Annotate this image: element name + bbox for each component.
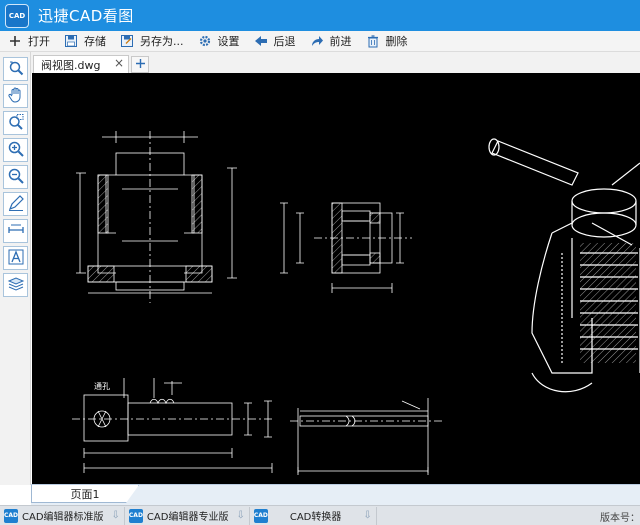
- cad-app-icon: CAD: [4, 508, 18, 523]
- taskbar-item-label: CAD转换器: [289, 512, 342, 523]
- gear-icon: [198, 34, 212, 48]
- pan-button[interactable]: [3, 84, 28, 108]
- zoom-out-button[interactable]: [3, 165, 28, 189]
- plus-icon: [135, 58, 146, 72]
- plus-icon: [8, 34, 22, 48]
- pen-icon: [7, 194, 25, 215]
- shaft-view: [290, 398, 442, 475]
- taskbar-item-editor-pro[interactable]: CAD CAD编辑器专业版 ⇩: [125, 506, 250, 525]
- version-label: 版本号：: [600, 513, 640, 524]
- taskbar-item-label: CAD编辑器标准版: [22, 512, 104, 523]
- cad-app-icon: CAD: [129, 508, 143, 523]
- drawing-canvas[interactable]: 通孔: [32, 73, 640, 484]
- rotate-view-icon: [7, 59, 25, 80]
- save-label: 存储: [84, 35, 106, 48]
- isometric-view: [488, 138, 640, 393]
- save-as-button[interactable]: 另存为...: [116, 32, 188, 51]
- forward-label: 前进: [329, 35, 352, 48]
- rotate-view-button[interactable]: [3, 57, 28, 81]
- forward-arrow-icon: [310, 34, 324, 48]
- app-title: 迅捷CAD看图: [38, 7, 134, 25]
- delete-button[interactable]: 删除: [362, 32, 412, 51]
- cad-app-icon: CAD: [254, 508, 268, 523]
- save-as-icon: [120, 34, 134, 48]
- forward-button[interactable]: 前进: [306, 32, 356, 51]
- measure-icon: [7, 221, 25, 242]
- cad-drawing: 通孔: [72, 131, 640, 475]
- settings-label: 设置: [217, 35, 240, 48]
- taskbar-item-label: CAD编辑器专业版: [146, 512, 229, 523]
- download-icon: ⇩: [236, 510, 245, 521]
- front-section-view: [76, 131, 237, 303]
- side-view: [280, 202, 412, 293]
- taskbar-item-converter[interactable]: CAD CAD转换器 ⇩: [250, 506, 377, 525]
- save-icon: [64, 34, 78, 48]
- settings-button[interactable]: 设置: [194, 32, 244, 51]
- open-label: 打开: [28, 35, 50, 48]
- through-hole-annotation: 通孔: [94, 381, 110, 391]
- zoom-out-icon: [7, 167, 25, 188]
- trash-icon: [366, 34, 380, 48]
- bolt-view: 通孔: [72, 378, 273, 473]
- download-icon: ⇩: [111, 510, 120, 521]
- back-arrow-icon: [254, 34, 268, 48]
- text-button[interactable]: [3, 246, 28, 270]
- back-button[interactable]: 后退: [250, 32, 300, 51]
- zoom-window-button[interactable]: [3, 111, 28, 135]
- tab-page-1[interactable]: 页面1: [31, 485, 139, 503]
- layers-icon: [7, 275, 25, 296]
- zoom-window-icon: [7, 113, 25, 134]
- left-toolbar: [0, 52, 31, 485]
- back-label: 后退: [273, 35, 296, 48]
- layers-button[interactable]: [3, 273, 28, 297]
- download-icon: ⇩: [363, 510, 372, 521]
- tab-document-label: 阀视图.dwg: [41, 58, 101, 72]
- pan-hand-icon: [7, 86, 25, 107]
- taskbar-item-editor-standard[interactable]: CAD CAD编辑器标准版 ⇩: [0, 506, 125, 525]
- document-tabs: 阀视图.dwg ×: [31, 52, 640, 73]
- zoom-in-icon: [7, 140, 25, 161]
- pen-button[interactable]: [3, 192, 28, 216]
- save-button[interactable]: 存储: [60, 32, 110, 51]
- tab-document[interactable]: 阀视图.dwg ×: [33, 55, 129, 73]
- zoom-in-button[interactable]: [3, 138, 28, 162]
- delete-label: 删除: [385, 35, 408, 48]
- save-as-label: 另存为...: [140, 35, 184, 48]
- close-tab-icon[interactable]: ×: [114, 56, 124, 70]
- toolbar: 打开 存储 另存为... 设置 后退 前进 删除: [0, 31, 640, 52]
- app-logo-icon: CAD: [5, 3, 29, 28]
- add-tab-button[interactable]: [131, 56, 149, 73]
- text-icon: [7, 248, 25, 269]
- measure-button[interactable]: [3, 219, 28, 243]
- taskbar: CAD CAD编辑器标准版 ⇩ CAD CAD编辑器专业版 ⇩ CAD CAD转…: [0, 505, 640, 525]
- title-bar: CAD 迅捷CAD看图: [0, 0, 640, 31]
- open-button[interactable]: 打开: [4, 32, 54, 51]
- page-bar: 页面1: [31, 484, 640, 505]
